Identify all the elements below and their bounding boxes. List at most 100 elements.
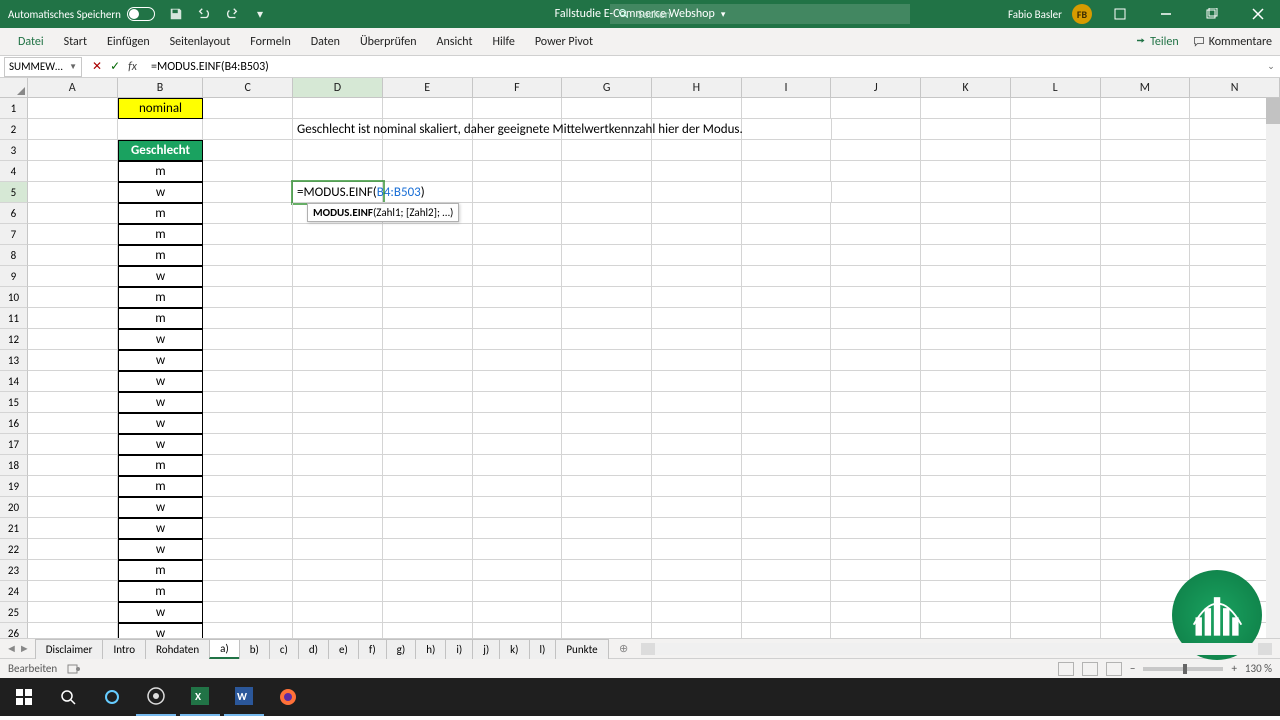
cell-D13[interactable] bbox=[293, 350, 383, 371]
cell-A13[interactable] bbox=[28, 350, 118, 371]
row-header-11[interactable]: 11 bbox=[0, 308, 28, 329]
row-header-22[interactable]: 22 bbox=[0, 539, 28, 560]
cell-D18[interactable] bbox=[293, 455, 383, 476]
cell-L14[interactable] bbox=[1011, 371, 1101, 392]
ribbon-tab-power pivot[interactable]: Power Pivot bbox=[525, 28, 603, 56]
cell-H6[interactable] bbox=[652, 203, 742, 224]
cell-G15[interactable] bbox=[562, 392, 652, 413]
cell-F16[interactable] bbox=[473, 413, 563, 434]
cell-I4[interactable] bbox=[742, 161, 832, 182]
sheet-tab-b[interactable]: b) bbox=[239, 639, 270, 659]
recording-off-icon[interactable] bbox=[67, 663, 81, 675]
row-header-5[interactable]: 5 bbox=[0, 182, 28, 203]
cell-A8[interactable] bbox=[28, 245, 118, 266]
cell-C8[interactable] bbox=[203, 245, 293, 266]
cell-G19[interactable] bbox=[562, 476, 652, 497]
cell-C13[interactable] bbox=[203, 350, 293, 371]
cell-A6[interactable] bbox=[28, 203, 118, 224]
cell-K15[interactable] bbox=[921, 392, 1011, 413]
sheet-tab-rohdaten[interactable]: Rohdaten bbox=[145, 639, 210, 659]
cell-C17[interactable] bbox=[203, 434, 293, 455]
view-pagelayout-icon[interactable] bbox=[1082, 662, 1098, 676]
cell-K5[interactable] bbox=[921, 182, 1011, 203]
row-header-7[interactable]: 7 bbox=[0, 224, 28, 245]
cell-B25[interactable]: w bbox=[118, 602, 204, 623]
row-header-6[interactable]: 6 bbox=[0, 203, 28, 224]
cell-J21[interactable] bbox=[831, 518, 921, 539]
formula-input[interactable]: =MODUS.EINF(B4:B503) bbox=[147, 60, 1262, 74]
taskbar-search-icon[interactable] bbox=[48, 678, 88, 716]
cell-D25[interactable] bbox=[293, 602, 383, 623]
cell-G13[interactable] bbox=[562, 350, 652, 371]
column-header-K[interactable]: K bbox=[921, 78, 1011, 97]
cell-M3[interactable] bbox=[1101, 140, 1191, 161]
user-name[interactable]: Fabio Basler bbox=[1008, 8, 1062, 21]
cell-K6[interactable] bbox=[921, 203, 1011, 224]
cell-H20[interactable] bbox=[652, 497, 742, 518]
cell-F7[interactable] bbox=[473, 224, 563, 245]
cell-H17[interactable] bbox=[652, 434, 742, 455]
cell-M7[interactable] bbox=[1101, 224, 1191, 245]
cell-K13[interactable] bbox=[921, 350, 1011, 371]
cell-L19[interactable] bbox=[1011, 476, 1101, 497]
cell-M20[interactable] bbox=[1101, 497, 1191, 518]
qat-more-icon[interactable]: ▾ bbox=[253, 7, 267, 21]
cell-I22[interactable] bbox=[742, 539, 832, 560]
cell-M5[interactable] bbox=[1101, 182, 1191, 203]
cell-F24[interactable] bbox=[473, 581, 563, 602]
row-header-18[interactable]: 18 bbox=[0, 455, 28, 476]
cell-H16[interactable] bbox=[652, 413, 742, 434]
cell-B9[interactable]: w bbox=[118, 266, 204, 287]
cell-J16[interactable] bbox=[831, 413, 921, 434]
cell-L18[interactable] bbox=[1011, 455, 1101, 476]
toggle-switch[interactable] bbox=[127, 7, 155, 21]
cell-G16[interactable] bbox=[562, 413, 652, 434]
cell-A25[interactable] bbox=[28, 602, 118, 623]
cell-M11[interactable] bbox=[1101, 308, 1191, 329]
cell-D14[interactable] bbox=[293, 371, 383, 392]
cell-G3[interactable] bbox=[562, 140, 652, 161]
cell-H15[interactable] bbox=[652, 392, 742, 413]
column-header-C[interactable]: C bbox=[203, 78, 293, 97]
cell-B24[interactable]: m bbox=[118, 581, 204, 602]
zoom-level[interactable]: 130 % bbox=[1245, 662, 1272, 675]
spreadsheet-grid[interactable]: ABCDEFGHIJKLMN 1nominal2Geschlecht ist n… bbox=[0, 78, 1280, 638]
undo-icon[interactable] bbox=[197, 7, 211, 21]
cell-L2[interactable] bbox=[1011, 119, 1101, 140]
cell-D2[interactable]: Geschlecht ist nominal skaliert, daher g… bbox=[293, 119, 383, 140]
cell-F10[interactable] bbox=[473, 287, 563, 308]
row-header-19[interactable]: 19 bbox=[0, 476, 28, 497]
row-header-17[interactable]: 17 bbox=[0, 434, 28, 455]
cell-J9[interactable] bbox=[831, 266, 921, 287]
cell-A18[interactable] bbox=[28, 455, 118, 476]
column-header-M[interactable]: M bbox=[1101, 78, 1191, 97]
cell-G17[interactable] bbox=[562, 434, 652, 455]
cell-H4[interactable] bbox=[652, 161, 742, 182]
cell-E17[interactable] bbox=[383, 434, 473, 455]
cell-D24[interactable] bbox=[293, 581, 383, 602]
cell-M17[interactable] bbox=[1101, 434, 1191, 455]
cell-K12[interactable] bbox=[921, 329, 1011, 350]
cell-K22[interactable] bbox=[921, 539, 1011, 560]
cell-H25[interactable] bbox=[652, 602, 742, 623]
cell-C5[interactable] bbox=[203, 182, 293, 203]
cell-C16[interactable] bbox=[203, 413, 293, 434]
row-header-8[interactable]: 8 bbox=[0, 245, 28, 266]
cell-I19[interactable] bbox=[742, 476, 832, 497]
cell-L3[interactable] bbox=[1011, 140, 1101, 161]
cell-I8[interactable] bbox=[742, 245, 832, 266]
zoom-slider[interactable] bbox=[1143, 667, 1223, 671]
cell-B26[interactable]: w bbox=[118, 623, 204, 638]
cell-D11[interactable] bbox=[293, 308, 383, 329]
cell-I3[interactable] bbox=[742, 140, 832, 161]
search-box[interactable]: Suchen bbox=[610, 4, 910, 24]
cell-J22[interactable] bbox=[831, 539, 921, 560]
cell-C23[interactable] bbox=[203, 560, 293, 581]
cell-K10[interactable] bbox=[921, 287, 1011, 308]
cell-D4[interactable] bbox=[293, 161, 383, 182]
cell-M4[interactable] bbox=[1101, 161, 1191, 182]
cell-H19[interactable] bbox=[652, 476, 742, 497]
cell-E12[interactable] bbox=[383, 329, 473, 350]
cell-L24[interactable] bbox=[1011, 581, 1101, 602]
sheet-tab-h[interactable]: h) bbox=[415, 639, 446, 659]
